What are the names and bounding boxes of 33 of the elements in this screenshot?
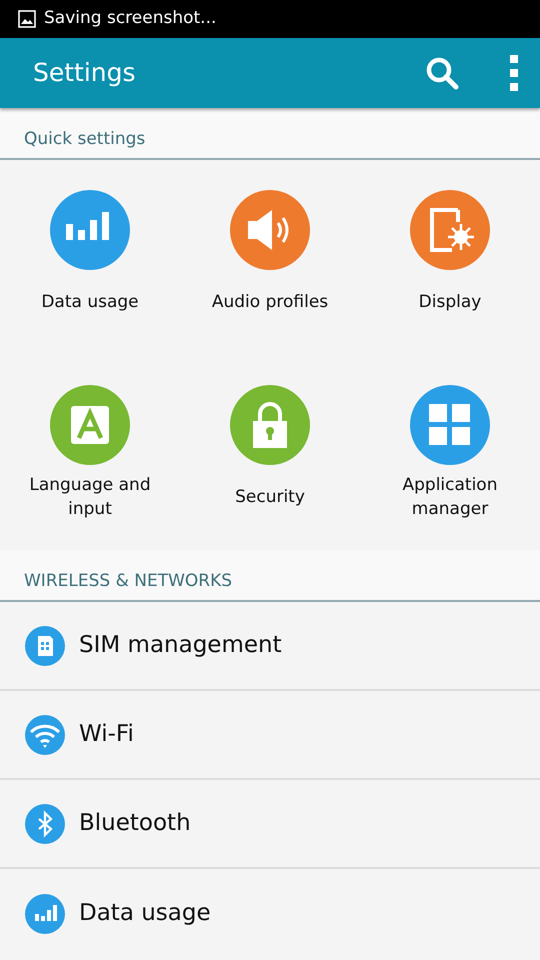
tile-label: Application manager	[402, 474, 498, 520]
settings-list-item[interactable]: SIM management	[0, 602, 540, 691]
sim-card-icon	[25, 626, 65, 666]
search-icon	[424, 55, 460, 91]
bar-chart-icon	[25, 894, 65, 934]
tile-label: Language and input	[28, 474, 152, 520]
quick-setting-tile[interactable]: Audio profiles	[180, 160, 360, 355]
image-icon	[18, 10, 36, 28]
item-label: SIM management	[79, 631, 282, 660]
search-button[interactable]	[424, 55, 460, 91]
quick-setting-tile[interactable]: Security	[180, 355, 360, 550]
notification-text: Saving screenshot...	[44, 7, 216, 30]
bluetooth-icon	[25, 804, 65, 844]
quick-setting-tile[interactable]: Application manager	[360, 355, 540, 550]
section-header: Quick settings	[24, 128, 146, 150]
tile-label: Data usage	[40, 290, 140, 314]
quick-setting-tile[interactable]: Language and input	[0, 355, 180, 550]
screen-title: Settings	[33, 57, 137, 90]
quick-setting-tile[interactable]: Data usage	[0, 160, 180, 355]
tile-label: Audio profiles	[210, 290, 330, 314]
settings-list-item[interactable]: Data usage	[0, 869, 540, 958]
item-label: Data usage	[79, 899, 211, 928]
menu-button[interactable]	[508, 54, 520, 92]
settings-list-item[interactable]: Wi-Fi	[0, 691, 540, 780]
quick-setting-tile[interactable]: Display	[360, 160, 540, 355]
wifi-icon	[25, 714, 65, 754]
tile-label: Display	[418, 290, 482, 314]
settings-list-item[interactable]: Bluetooth	[0, 780, 540, 869]
item-label: Wi-Fi	[79, 720, 134, 750]
tile-label: Security	[234, 486, 306, 508]
section-header: WIRELESS & NETWORKS	[24, 570, 232, 592]
item-label: Bluetooth	[79, 809, 191, 838]
more-options-icon	[508, 54, 520, 92]
